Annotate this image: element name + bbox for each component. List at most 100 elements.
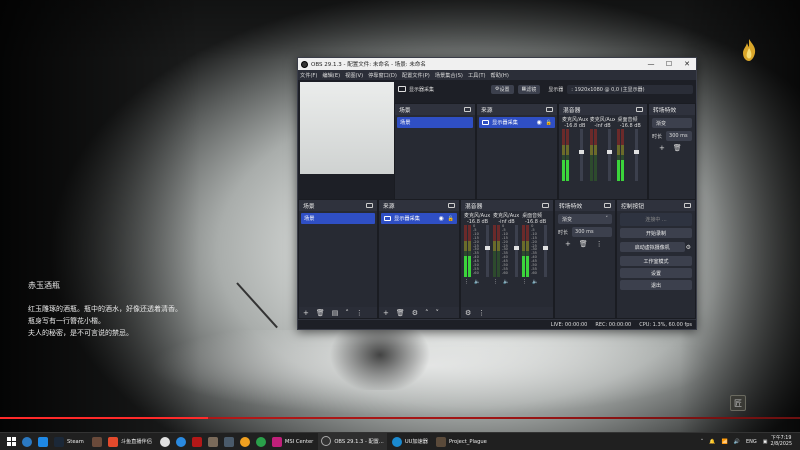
chevron-up-icon[interactable]: ˄ xyxy=(425,309,429,317)
gear-icon[interactable]: ⚙ xyxy=(412,309,418,317)
menu-edit[interactable]: 编辑(E) xyxy=(322,72,340,79)
volume-fader[interactable] xyxy=(485,225,490,277)
volume-icon[interactable]: 🔊 xyxy=(734,439,740,445)
trash-icon[interactable]: 🗑 xyxy=(673,144,682,152)
app-icon[interactable] xyxy=(191,436,202,447)
add-icon[interactable]: + xyxy=(565,240,571,248)
taskbar-app-obs[interactable]: OBS 29.1.3 - 配置... xyxy=(318,432,387,450)
taskbar-app-msi-center[interactable]: MSI Center xyxy=(269,433,316,450)
eye-icon[interactable]: ◉ xyxy=(439,215,444,222)
more-icon[interactable]: ⋮ xyxy=(464,279,469,285)
transition-select[interactable]: 渐变 xyxy=(652,118,692,128)
taskbar-app-uu[interactable]: UU加速器 xyxy=(389,433,431,450)
game-icon[interactable] xyxy=(223,436,234,447)
speaker-icon[interactable]: 🔈 xyxy=(474,279,480,285)
volume-fader[interactable] xyxy=(543,225,549,277)
menu-scene-collection[interactable]: 场景集合(S) xyxy=(435,72,463,79)
display-select[interactable]: : 1920x1080 @ 0,0 (主显示器) xyxy=(567,84,693,94)
game-icon[interactable] xyxy=(207,436,218,447)
undock-icon[interactable] xyxy=(448,203,455,208)
menu-file[interactable]: 文件(F) xyxy=(300,72,317,79)
notification-icon[interactable]: 🔔 xyxy=(709,439,715,445)
advanced-audio-icon[interactable]: ⚙ xyxy=(465,309,471,317)
controls-dock: 控制按钮 连接中 ... 开始录制 启动虚拟摄像机 ⚙ 工作室模式 设置 退出 xyxy=(616,199,696,319)
source-item[interactable]: 显示器采集 ◉ 🔓 xyxy=(381,213,457,224)
filters-button[interactable]: ▦ 滤镜 xyxy=(517,84,541,94)
store-icon[interactable] xyxy=(38,436,48,447)
windows-start-icon[interactable] xyxy=(6,437,16,447)
menu-profile[interactable]: 配置文件(P) xyxy=(402,72,430,79)
speaker-icon[interactable]: 🔈 xyxy=(503,279,509,285)
volume-fader[interactable] xyxy=(579,129,584,181)
menu-help[interactable]: 帮助(H) xyxy=(491,72,509,79)
volume-fader[interactable] xyxy=(606,129,612,181)
edge-icon[interactable] xyxy=(22,436,32,447)
undock-icon[interactable] xyxy=(604,203,611,208)
scene-item[interactable]: 场景 xyxy=(397,117,473,128)
taskbar-app-steam[interactable]: Steam xyxy=(51,433,87,450)
eye-icon[interactable]: ◉ xyxy=(537,119,542,126)
virtual-camera-button[interactable]: 启动虚拟摄像机 xyxy=(620,242,685,252)
duration-input[interactable]: 300 ms xyxy=(572,227,612,237)
app-icon[interactable] xyxy=(175,436,186,447)
app-tray-icon[interactable]: ▣ xyxy=(763,439,768,445)
add-icon[interactable]: + xyxy=(659,144,665,152)
clock[interactable]: 下午7:19 2/8/2025 xyxy=(770,436,792,448)
undock-icon[interactable] xyxy=(684,203,691,208)
gear-icon[interactable]: ⚙ xyxy=(686,244,691,251)
undock-icon[interactable] xyxy=(366,203,373,208)
maximize-button[interactable]: ☐ xyxy=(660,58,678,70)
add-icon[interactable]: + xyxy=(303,309,309,317)
more-icon[interactable]: ⋮ xyxy=(356,309,363,317)
network-icon[interactable]: 📶 xyxy=(721,439,727,445)
filter-icon[interactable]: ▤ xyxy=(332,309,339,317)
menu-view[interactable]: 视图(V) xyxy=(345,72,363,79)
chevron-down-icon[interactable]: ˅ xyxy=(436,309,440,317)
app-icon[interactable] xyxy=(255,436,266,447)
volume-fader[interactable] xyxy=(634,129,640,181)
more-icon[interactable]: ⋮ xyxy=(493,279,498,285)
lock-icon[interactable]: 🔓 xyxy=(448,216,454,222)
undock-icon[interactable] xyxy=(636,107,643,112)
language-indicator[interactable]: ENG xyxy=(746,439,757,445)
taskbar-app-project-plague[interactable]: Project_Plague xyxy=(433,433,490,450)
lock-icon[interactable]: 🔓 xyxy=(546,120,552,126)
channel-name: 麦克风/Aux 2 xyxy=(493,213,520,219)
chevron-up-icon[interactable]: ˄ xyxy=(345,309,349,317)
undock-icon[interactable] xyxy=(542,203,549,208)
menu-docks[interactable]: 停靠窗口(D) xyxy=(368,72,397,79)
dock-title: 来源 xyxy=(481,108,493,114)
chevron-up-icon[interactable]: ˄ xyxy=(701,439,704,445)
chrome-icon[interactable] xyxy=(159,436,170,447)
transition-select[interactable]: 渐变 ˅ xyxy=(558,214,612,224)
start-streaming-button[interactable]: 连接中 ... xyxy=(620,213,692,226)
menu-tools[interactable]: 工具(T) xyxy=(468,72,486,79)
minimize-button[interactable]: — xyxy=(642,58,660,70)
start-recording-button[interactable]: 开始录制 xyxy=(620,228,692,238)
source-item[interactable]: 显示器采集 ◉ 🔓 xyxy=(479,117,555,128)
settings-button[interactable]: ⚙ 设置 xyxy=(491,84,514,94)
trash-icon[interactable]: 🗑 xyxy=(579,240,588,248)
taskbar-app-douyu[interactable]: 斗鱼直播伴侣 xyxy=(105,433,155,450)
undock-icon[interactable] xyxy=(464,107,471,112)
volume-fader[interactable] xyxy=(514,225,520,277)
trash-icon[interactable]: 🗑 xyxy=(316,309,325,317)
studio-mode-button[interactable]: 工作室模式 xyxy=(620,256,692,266)
trash-icon[interactable]: 🗑 xyxy=(396,309,405,317)
more-icon[interactable]: ⋮ xyxy=(596,240,603,248)
undock-icon[interactable] xyxy=(546,107,553,112)
exit-button[interactable]: 退出 xyxy=(620,280,692,290)
more-icon[interactable]: ⋮ xyxy=(522,279,527,285)
speaker-icon[interactable]: 🔈 xyxy=(532,279,538,285)
app-icon[interactable] xyxy=(239,436,250,447)
duration-input[interactable]: 300 ms xyxy=(666,131,692,141)
app-icon[interactable] xyxy=(91,436,102,447)
close-button[interactable]: ✕ xyxy=(678,58,696,70)
more-icon[interactable]: ⋮ xyxy=(478,309,485,317)
obs-titlebar[interactable]: OBS 29.1.3 - 配置文件: 未命名 - 场景: 未命名 — ☐ ✕ xyxy=(298,58,696,70)
taskbar: Steam 斗鱼直播伴侣 MSI Center OBS 29.1.3 - 配置.… xyxy=(0,432,800,450)
preview-canvas[interactable] xyxy=(300,82,394,174)
settings-button[interactable]: 设置 xyxy=(620,268,692,278)
scene-item[interactable]: 场景 xyxy=(301,213,375,224)
add-icon[interactable]: + xyxy=(383,309,389,317)
